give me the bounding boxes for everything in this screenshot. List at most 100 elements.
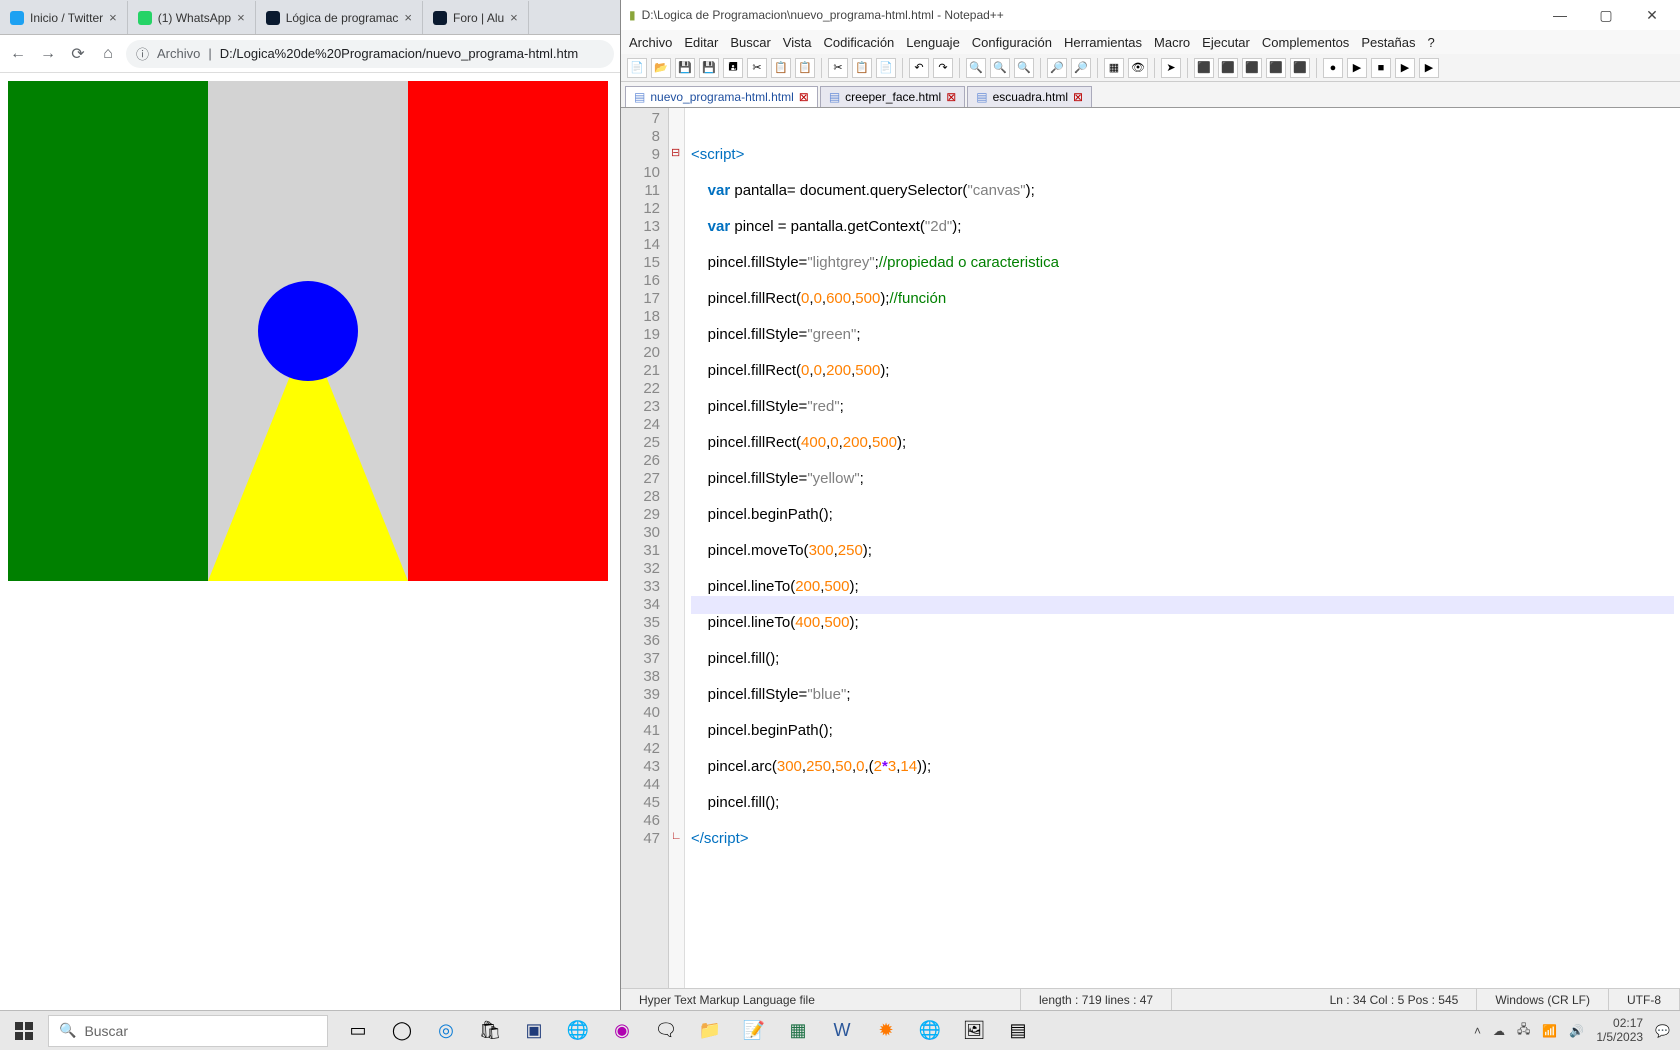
toolbar-button[interactable]: ⬛ [1242, 58, 1262, 78]
menu-item[interactable]: Editar [684, 35, 718, 50]
toolbar-button[interactable]: ✂ [747, 58, 767, 78]
code-line[interactable] [691, 560, 1674, 578]
code-line[interactable]: pincel.arc(300,250,50,0,(2*3,14)); [691, 758, 1674, 776]
toolbar-button[interactable]: ▶ [1347, 58, 1367, 78]
edge-icon[interactable]: ◎ [424, 1011, 468, 1051]
code-line[interactable] [691, 668, 1674, 686]
back-button[interactable]: ← [6, 42, 30, 66]
notepad-icon[interactable]: 📝 [732, 1011, 776, 1051]
paint-icon[interactable]: 🖼 [952, 1011, 996, 1051]
code-line[interactable]: var pincel = pantalla.getContext("2d"); [691, 218, 1674, 236]
browser-tab[interactable]: Lógica de programac × [256, 1, 423, 34]
toolbar-button[interactable]: 🔍 [1014, 58, 1034, 78]
menu-item[interactable]: Complementos [1262, 35, 1349, 50]
code-line[interactable] [691, 110, 1674, 128]
menu-item[interactable]: Lenguaje [906, 35, 960, 50]
toolbar-button[interactable]: 📋 [852, 58, 872, 78]
code-line[interactable] [691, 704, 1674, 722]
home-button[interactable]: ⌂ [96, 42, 120, 66]
code-line[interactable]: pincel.beginPath(); [691, 506, 1674, 524]
code-line[interactable]: <script> [691, 146, 1674, 164]
file-tab[interactable]: ▤creeper_face.html⊠ [820, 86, 965, 107]
chrome-icon[interactable]: 🌐 [556, 1011, 600, 1051]
code-line[interactable] [691, 128, 1674, 146]
close-button[interactable]: ✕ [1632, 7, 1672, 24]
menu-item[interactable]: Vista [783, 35, 812, 50]
file-tab-close-icon[interactable]: ⊠ [946, 90, 956, 104]
toolbar-button[interactable]: ▶ [1395, 58, 1415, 78]
explorer-icon[interactable]: 📁 [688, 1011, 732, 1051]
reload-button[interactable]: ⟳ [66, 42, 90, 66]
code-line[interactable]: pincel.fillStyle="blue"; [691, 686, 1674, 704]
code-area[interactable]: <script> var pantalla= document.querySel… [685, 108, 1680, 988]
code-line[interactable]: pincel.fillStyle="green"; [691, 326, 1674, 344]
forward-button[interactable]: → [36, 42, 60, 66]
flame-icon[interactable]: ✹ [864, 1011, 908, 1051]
task-view-icon[interactable]: ▭ [336, 1011, 380, 1051]
powershell-icon[interactable]: ▣ [512, 1011, 556, 1051]
code-line[interactable] [691, 416, 1674, 434]
address-bar[interactable]: ⓘ Archivo | D:/Logica%20de%20Programacio… [126, 40, 614, 68]
code-line[interactable]: pincel.moveTo(300,250); [691, 542, 1674, 560]
tab-close-icon[interactable]: × [510, 10, 518, 25]
code-line[interactable]: pincel.lineTo(200,500); [691, 578, 1674, 596]
toolbar-button[interactable]: 💾 [675, 58, 695, 78]
toolbar-button[interactable]: 📂 [651, 58, 671, 78]
toolbar-button[interactable]: 📋 [795, 58, 815, 78]
code-line[interactable]: pincel.fillRect(400,0,200,500); [691, 434, 1674, 452]
file-tab[interactable]: ▤nuevo_programa-html.html⊠ [625, 86, 818, 107]
code-line[interactable] [691, 380, 1674, 398]
calc-icon[interactable]: ▤ [996, 1011, 1040, 1051]
code-line[interactable] [691, 488, 1674, 506]
notes-icon[interactable]: 🗨 [644, 1011, 688, 1051]
toolbar-button[interactable]: ⬛ [1194, 58, 1214, 78]
toolbar-button[interactable]: 💾 [699, 58, 719, 78]
code-line[interactable]: pincel.fillStyle="yellow"; [691, 470, 1674, 488]
taskbar-search[interactable]: 🔍 Buscar [48, 1015, 328, 1047]
toolbar-button[interactable]: ➤ [1161, 58, 1181, 78]
tray-wifi-icon[interactable]: 📶 [1542, 1024, 1557, 1038]
code-line[interactable]: pincel.lineTo(400,500); [691, 614, 1674, 632]
npp-titlebar[interactable]: ▮ D:\Logica de Programacion\nuevo_progra… [621, 0, 1680, 30]
toolbar-button[interactable]: 🔍 [990, 58, 1010, 78]
code-line[interactable] [691, 272, 1674, 290]
toolbar-button[interactable]: ⬛ [1218, 58, 1238, 78]
word-icon[interactable]: W [820, 1011, 864, 1051]
menu-item[interactable]: Archivo [629, 35, 672, 50]
cortana-icon[interactable]: ◯ [380, 1011, 424, 1051]
code-line[interactable] [691, 812, 1674, 830]
menu-item[interactable]: Configuración [972, 35, 1052, 50]
toolbar-button[interactable]: ⬛ [1266, 58, 1286, 78]
toolbar-button[interactable]: ▦ [1104, 58, 1124, 78]
code-line[interactable] [691, 596, 1674, 614]
menu-item[interactable]: Macro [1154, 35, 1190, 50]
tab-close-icon[interactable]: × [404, 10, 412, 25]
code-line[interactable]: var pantalla= document.querySelector("ca… [691, 182, 1674, 200]
browser-tab[interactable]: Foro | Alu × [423, 1, 529, 34]
code-line[interactable] [691, 740, 1674, 758]
menu-item[interactable]: Pestañas [1361, 35, 1415, 50]
code-line[interactable] [691, 236, 1674, 254]
code-line[interactable] [691, 524, 1674, 542]
toolbar-button[interactable]: 📄 [876, 58, 896, 78]
toolbar-button[interactable]: 🔎 [1047, 58, 1067, 78]
toolbar-button[interactable]: 🔎 [1071, 58, 1091, 78]
toolbar-button[interactable]: ■ [1371, 58, 1391, 78]
tray-clock[interactable]: 02:17 1/5/2023 [1596, 1017, 1643, 1045]
code-line[interactable]: pincel.fill(); [691, 650, 1674, 668]
toolbar-button[interactable]: ▶ [1419, 58, 1439, 78]
menu-item[interactable]: Buscar [730, 35, 770, 50]
tray-network-icon[interactable]: 🖧 [1517, 1020, 1530, 1041]
code-line[interactable] [691, 776, 1674, 794]
menu-item[interactable]: ? [1428, 35, 1435, 50]
toolbar-button[interactable]: 📄 [627, 58, 647, 78]
tab-close-icon[interactable]: × [109, 10, 117, 25]
code-line[interactable] [691, 632, 1674, 650]
code-line[interactable]: </script> [691, 830, 1674, 848]
code-line[interactable]: pincel.fill(); [691, 794, 1674, 812]
file-tab[interactable]: ▤escuadra.html⊠ [967, 86, 1092, 107]
toolbar-button[interactable]: 👁 [1128, 58, 1148, 78]
toolbar-button[interactable]: 🖪 [723, 58, 743, 78]
code-line[interactable]: pincel.fillStyle="lightgrey";//propiedad… [691, 254, 1674, 272]
tray-chevron-icon[interactable]: ˄ [1474, 1024, 1481, 1038]
